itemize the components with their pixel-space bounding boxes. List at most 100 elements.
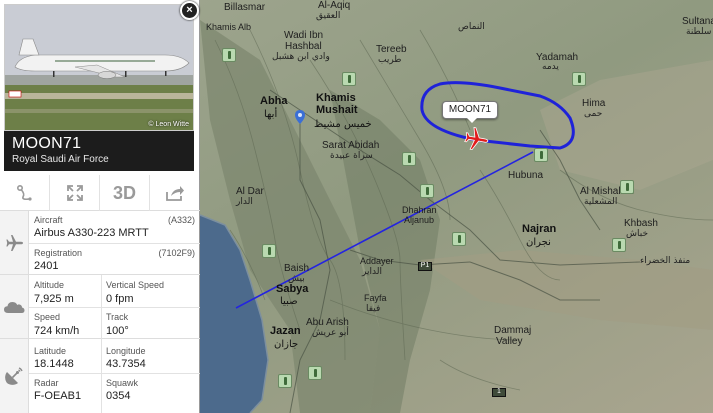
- place-khbash: Khbash: [624, 218, 658, 229]
- fullscreen-button[interactable]: [50, 175, 100, 211]
- place-al-khadra-ar: منفذ الخضراء: [640, 256, 691, 266]
- airport-icon[interactable]: [452, 232, 466, 246]
- place-yadamah-ar: يدمه: [542, 62, 559, 72]
- place-aljanub: Aljanub: [404, 215, 435, 225]
- airport-icon[interactable]: [278, 374, 292, 388]
- divider: [29, 307, 200, 308]
- place-al-dar: Al Dar: [236, 186, 264, 197]
- place-sarat-abidah-ar: سراة عبيدة: [330, 151, 373, 161]
- radar-value: F-OEAB1: [34, 390, 82, 402]
- satellite-icon: [5, 367, 23, 385]
- close-button[interactable]: ×: [180, 1, 199, 20]
- place-abha-ar: أبها: [264, 109, 278, 120]
- 3d-view-button[interactable]: 3D: [100, 175, 150, 211]
- place-al-aqiq-ar: العقيق: [316, 11, 341, 21]
- airport-icon[interactable]: [262, 244, 276, 258]
- airport-icon[interactable]: [222, 48, 236, 62]
- place-baish: Baish: [284, 263, 310, 274]
- airport-icon[interactable]: [402, 152, 416, 166]
- place-sultanate: Sultanate: [682, 16, 713, 27]
- airport-icon[interactable]: [534, 148, 548, 162]
- registration-value: 2401: [34, 260, 59, 272]
- place-abu-arish-ar: أبو عريش: [312, 328, 349, 338]
- divider: [101, 339, 102, 413]
- place-fayfa: Fayfa: [364, 293, 387, 303]
- flight-header: MOON71 Royal Saudi Air Force: [4, 131, 194, 171]
- location-pin-icon[interactable]: [295, 110, 305, 124]
- share-icon: [166, 186, 184, 201]
- aircraft-section: Aircraft (A332) Airbus A330-223 MRTT Reg…: [0, 211, 200, 275]
- place-abu-arish: Abu Arish: [306, 317, 349, 328]
- altitude-value: 7,925 m: [34, 293, 74, 305]
- place-fayfa-ar: فيفا: [366, 304, 381, 314]
- divider: [29, 243, 200, 244]
- vertical-speed-value: 0 fpm: [106, 293, 134, 305]
- track-label: Track: [106, 312, 129, 322]
- place-al-mishaliah-ar: المشعلية: [584, 197, 618, 207]
- aircraft-section-icon: [0, 211, 29, 274]
- place-hima: Hima: [582, 98, 606, 109]
- fullscreen-icon: [66, 185, 83, 201]
- speed-label: Speed: [34, 312, 61, 322]
- place-al-dar-ar: الدار: [236, 197, 253, 207]
- place-sultanate-ar: سلطنة: [686, 27, 712, 37]
- airport-icon[interactable]: [308, 366, 322, 380]
- route-icon: [16, 184, 32, 201]
- place-hashbal: Hashbal: [285, 41, 322, 52]
- place-tereeb: Tereeb: [376, 44, 407, 55]
- share-button[interactable]: [150, 175, 200, 211]
- airport-icon[interactable]: [612, 238, 626, 252]
- route-button[interactable]: [0, 175, 50, 211]
- airport-icon[interactable]: [620, 180, 634, 194]
- place-khamis: Khamis: [316, 92, 356, 104]
- place-hashbal-ar: وادي ابن هشبل: [272, 52, 330, 62]
- callsign: MOON71: [12, 135, 82, 152]
- cloud-icon: [4, 301, 25, 313]
- vertical-speed-label: Vertical Speed: [106, 280, 165, 290]
- airport-icon[interactable]: [342, 72, 356, 86]
- place-jazan-ar: جازان: [274, 339, 299, 350]
- place-mushait: Mushait: [316, 104, 358, 116]
- place-addayer-ar: الداير: [362, 267, 382, 277]
- action-bar: 3D: [0, 175, 200, 211]
- place-wadi-ibn: Wadi Ibn: [284, 30, 324, 41]
- place-najran-ar: نجران: [526, 237, 551, 248]
- squawk-label: Squawk: [106, 378, 139, 388]
- aircraft-photo[interactable]: © Leon Witte: [4, 4, 194, 131]
- place-tereeb-ar: طريب: [378, 55, 402, 65]
- aircraft-type-code: (A332): [167, 215, 195, 225]
- road-shield: 1: [492, 388, 506, 397]
- place-khamis-mushait-ar: خميس مشيط: [314, 119, 372, 130]
- place-jazan: Jazan: [270, 325, 301, 337]
- registration-label: Registration: [34, 248, 83, 258]
- place-najran: Najran: [522, 223, 557, 235]
- aircraft-photo-image: [5, 5, 193, 130]
- place-billasmar: Billasmar: [224, 2, 266, 13]
- place-addayer: Addayer: [360, 256, 394, 266]
- airline-name: Royal Saudi Air Force: [12, 154, 109, 165]
- track-value: 100°: [106, 325, 129, 337]
- flight-info-panel: © Leon Witte × MOON71 Royal Saudi Air Fo…: [0, 0, 200, 413]
- latitude-label: Latitude: [34, 346, 67, 356]
- flight-data-section: Altitude 7,925 m Vertical Speed 0 fpm Sp…: [0, 275, 200, 339]
- position-section: Latitude 18.1448 Longitude 43.7354 Radar…: [0, 339, 200, 413]
- altitude-label: Altitude: [34, 280, 65, 290]
- airplane-icon: [6, 234, 23, 251]
- flight-map-label[interactable]: MOON71: [442, 101, 498, 123]
- radar-label: Radar: [34, 378, 59, 388]
- place-sabya-ar: صبيا: [280, 296, 298, 307]
- place-valley: Valley: [496, 336, 523, 347]
- road-shield: P1: [418, 262, 432, 271]
- place-al-nomas-ar: النماص: [458, 22, 485, 32]
- close-icon: ×: [186, 4, 193, 16]
- airport-icon[interactable]: [420, 184, 434, 198]
- airport-icon[interactable]: [572, 72, 586, 86]
- place-sarat-abidah: Sarat Abidah: [322, 140, 380, 151]
- place-khbash-ar: خباش: [626, 229, 649, 239]
- squawk-value: 0354: [106, 390, 131, 402]
- photo-credit: © Leon Witte: [148, 121, 189, 128]
- longitude-label: Longitude: [106, 346, 146, 356]
- place-sabya: Sabya: [276, 283, 309, 295]
- registration-code: (7102F9): [158, 248, 195, 258]
- airplane-icon[interactable]: [462, 125, 490, 153]
